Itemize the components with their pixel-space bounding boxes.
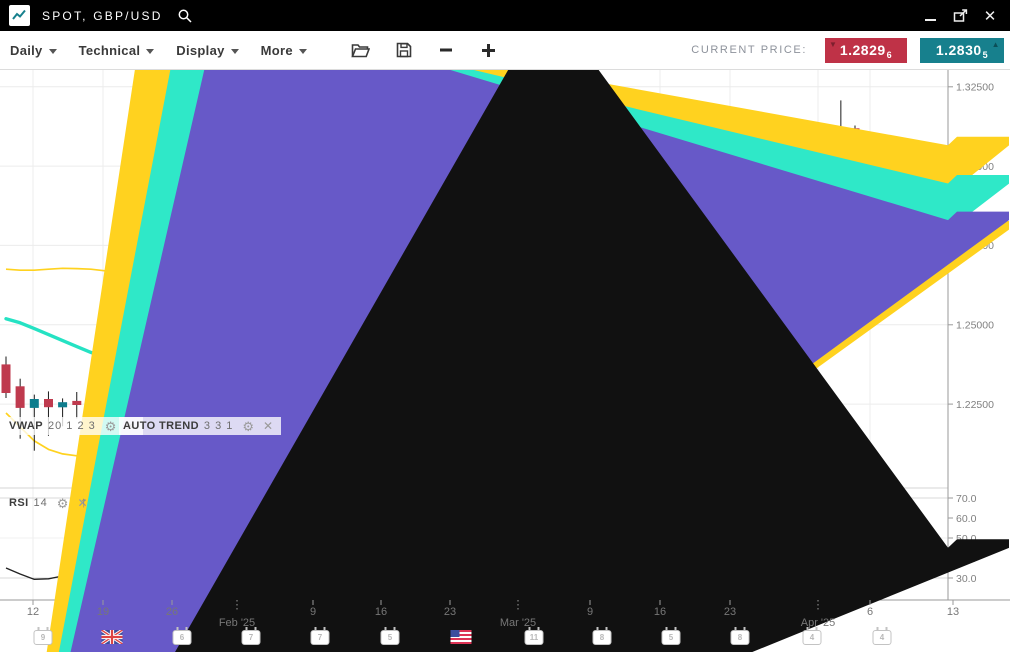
titlebar: SPOT, GBP/USD ✕ [0, 0, 1010, 31]
popout-button[interactable] [950, 6, 970, 26]
chevron-down-icon [146, 49, 154, 54]
svg-text:Feb '25: Feb '25 [219, 617, 255, 629]
svg-text:16: 16 [654, 606, 666, 618]
calendar-event-icon[interactable]: 4 [873, 630, 892, 645]
svg-text:6: 6 [867, 606, 873, 618]
price-chart[interactable]: 1.325001.300001.275001.250001.2250070.06… [0, 70, 1010, 652]
chevron-down-icon [299, 49, 307, 54]
gear-icon[interactable]: ⚙ [57, 498, 69, 509]
close-icon[interactable]: ✕ [263, 421, 273, 432]
close-button[interactable]: ✕ [980, 6, 1000, 26]
gear-icon[interactable]: ⚙ [242, 421, 254, 432]
window-controls: ✕ [920, 6, 1000, 26]
save-icon[interactable] [396, 42, 412, 58]
current-price-label: CURRENT PRICE: [691, 44, 807, 56]
open-folder-icon[interactable] [351, 43, 370, 58]
expand-pane-arrow-icon[interactable]: ↑ [80, 494, 88, 511]
svg-text:60.0: 60.0 [956, 513, 977, 525]
svg-text:30.0: 30.0 [956, 573, 977, 585]
ask-price-badge: 1.28305 ▲ [920, 38, 1004, 63]
svg-text:9: 9 [587, 606, 593, 618]
svg-text:1.25000: 1.25000 [956, 320, 994, 332]
calendar-event-icon[interactable]: 5 [381, 630, 400, 645]
arrow-down-icon: ▼ [829, 41, 837, 49]
candle [58, 402, 67, 407]
svg-text:13: 13 [947, 606, 959, 618]
svg-text:1.32500: 1.32500 [956, 82, 994, 94]
calendar-event-icon[interactable]: 9 [34, 630, 53, 645]
arrow-up-icon: ▲ [992, 41, 1000, 49]
calendar-event-icon[interactable]: 5 [662, 630, 681, 645]
candle [2, 364, 11, 393]
chart-application: SPOT, GBP/USD ✕ Daily Technical Display … [0, 0, 1010, 652]
svg-text:23: 23 [724, 606, 736, 618]
bid-price-badge: ▼ 1.28296 [825, 38, 907, 63]
zoom-out-button[interactable] [438, 42, 454, 58]
uk-flag-icon [102, 630, 123, 644]
calendar-event-icon[interactable]: 7 [311, 630, 330, 645]
economic-events-row: 9 6 7 7 5 11 8 5 8 4 4 [0, 630, 948, 652]
current-price-area: CURRENT PRICE: ▼ 1.28296 1.28305 ▲ [691, 38, 1004, 63]
chevron-down-icon [231, 49, 239, 54]
window-title: SPOT, GBP/USD [42, 9, 163, 23]
zoom-in-button[interactable] [480, 42, 497, 59]
candle [16, 386, 25, 408]
us-event-flag[interactable] [451, 630, 472, 649]
search-icon[interactable] [177, 8, 193, 24]
svg-text:1.22500: 1.22500 [956, 399, 994, 411]
app-logo-icon [9, 5, 30, 26]
us-flag-icon [451, 630, 472, 644]
svg-text:9: 9 [310, 606, 316, 618]
calendar-event-icon[interactable]: 7 [242, 630, 261, 645]
calendar-event-icon[interactable]: 6 [173, 630, 192, 645]
menu-daily[interactable]: Daily [10, 43, 57, 58]
svg-text:26: 26 [166, 606, 178, 618]
calendar-event-icon[interactable]: 8 [731, 630, 750, 645]
svg-text:16: 16 [375, 606, 387, 618]
candle [44, 399, 53, 407]
auto-trend-indicator-label: AUTO TREND 3 3 1 ⚙ ✕ [119, 417, 281, 435]
uk-event-flag[interactable] [102, 630, 123, 649]
chevron-down-icon [49, 49, 57, 54]
candle [30, 399, 39, 408]
menu-more[interactable]: More [261, 43, 307, 58]
calendar-event-icon[interactable]: 11 [525, 630, 544, 645]
toolbar: Daily Technical Display More CURRENT PRI… [0, 31, 1010, 70]
candle [72, 401, 81, 405]
svg-text:12: 12 [27, 606, 39, 618]
menu-technical[interactable]: Technical [79, 43, 155, 58]
svg-text:23: 23 [444, 606, 456, 618]
chart-area[interactable]: 1.325001.300001.275001.250001.2250070.06… [0, 70, 1010, 652]
svg-text:19: 19 [97, 606, 109, 618]
svg-text:Mar '25: Mar '25 [500, 617, 536, 629]
calendar-event-icon[interactable]: 8 [593, 630, 612, 645]
minimize-button[interactable] [920, 6, 940, 26]
gear-icon[interactable]: ⚙ [105, 421, 117, 432]
svg-text:70.0: 70.0 [956, 493, 977, 505]
calendar-event-icon[interactable]: 4 [803, 630, 822, 645]
menu-display[interactable]: Display [176, 43, 238, 58]
